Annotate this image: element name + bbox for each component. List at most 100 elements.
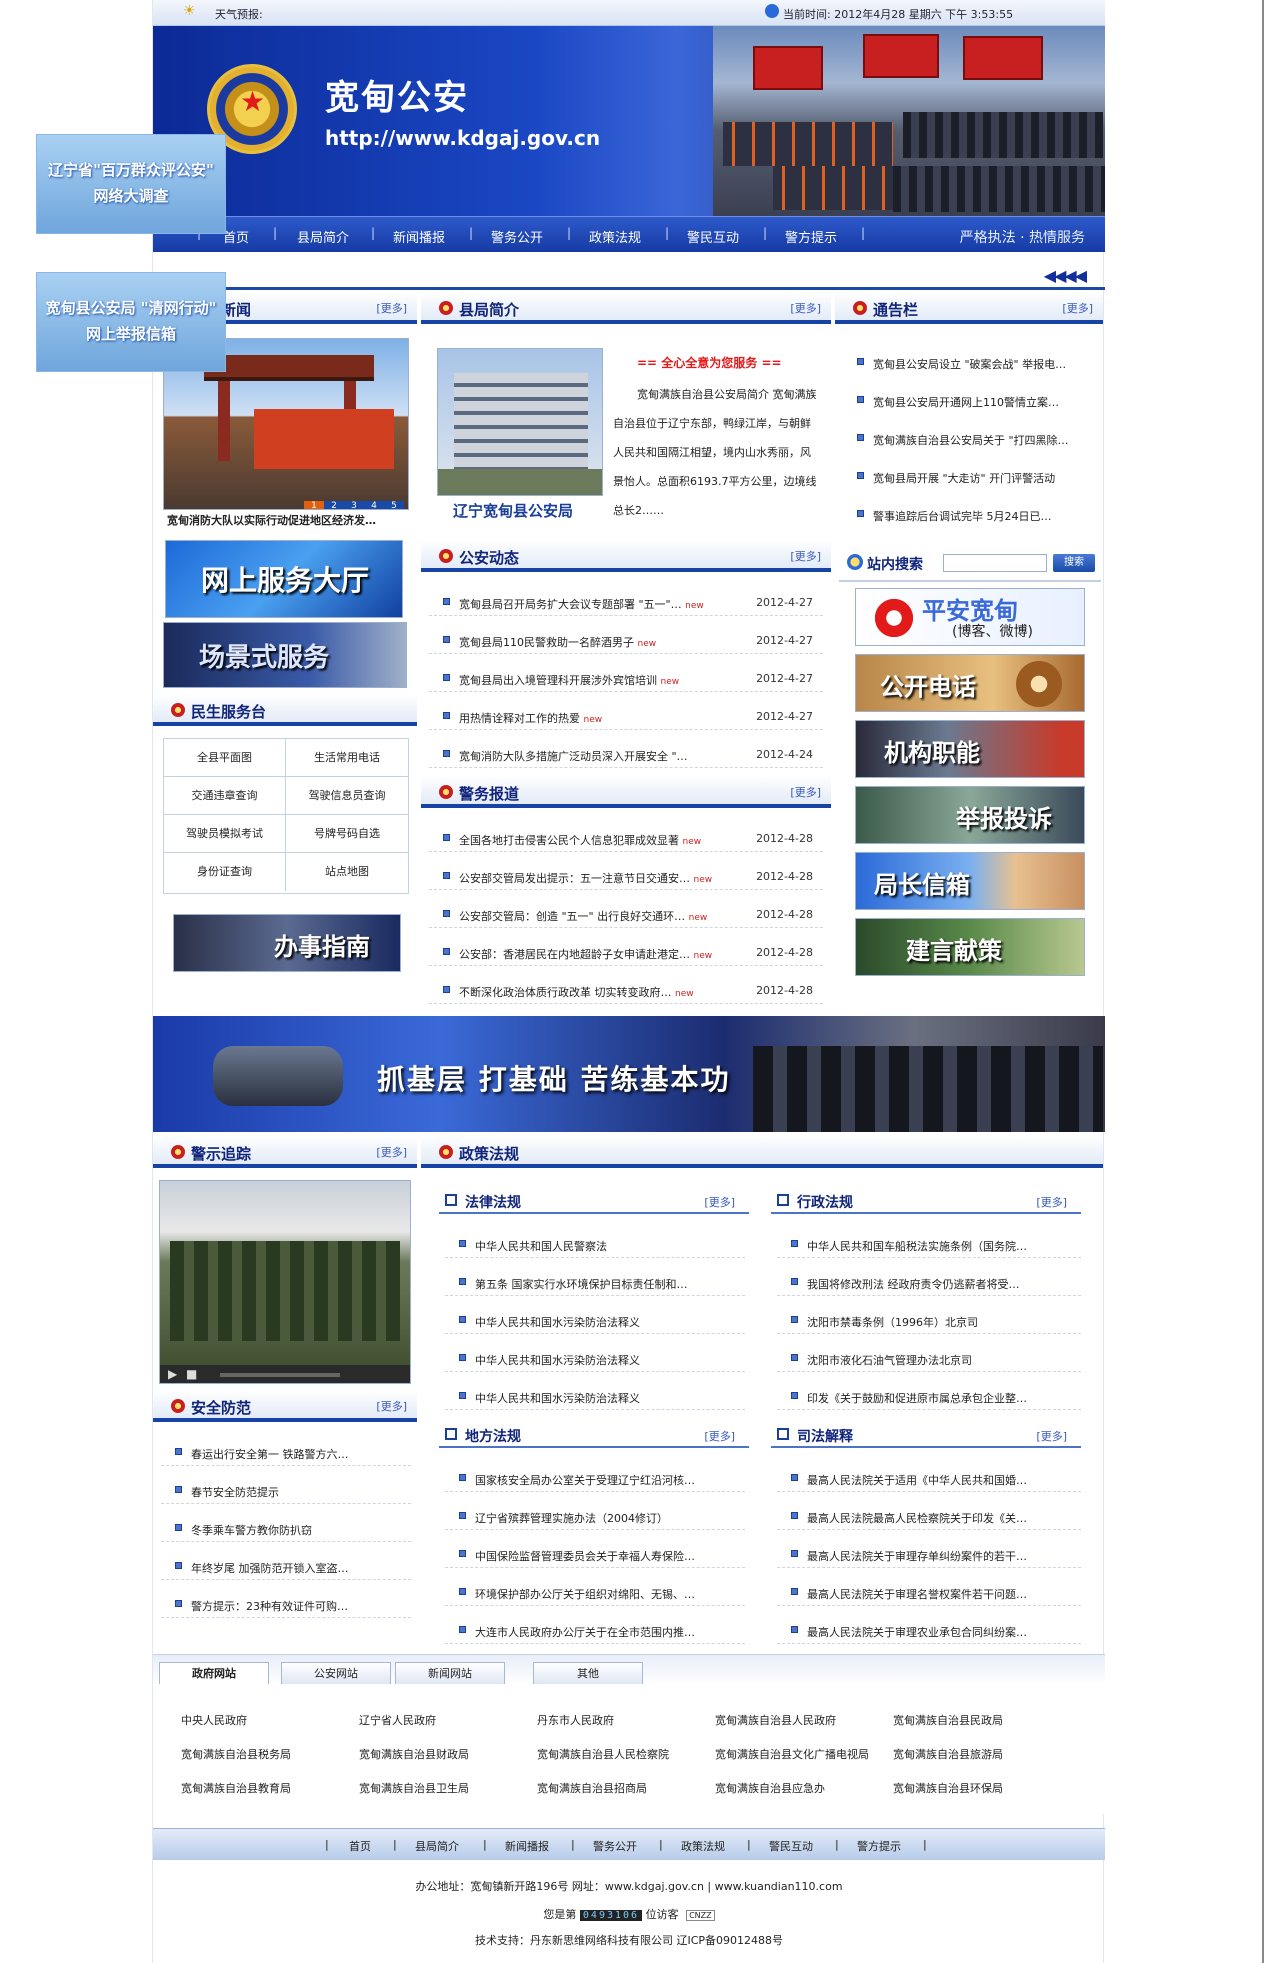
admin-more-link[interactable]: [更多]: [1036, 1194, 1067, 1210]
list-item[interactable]: 大连市人民政府办公厅关于在全市范围内推…: [445, 1618, 745, 1644]
float-ad-report[interactable]: 宽甸县公安局 "清网行动" 网上举报信箱: [36, 272, 226, 372]
float-ad-survey[interactable]: 辽宁省"百万群众评公安" 网络大调查: [36, 134, 226, 234]
gov-link[interactable]: 宽甸满族自治县财政局: [359, 1746, 469, 1762]
video-progress-bar[interactable]: [220, 1373, 340, 1377]
footer-nav-interaction[interactable]: 警民互动: [769, 1838, 813, 1854]
police-news-more-link[interactable]: [更多]: [790, 784, 821, 800]
tab-police[interactable]: 公安网站: [281, 1662, 391, 1684]
list-item[interactable]: 最高人民法院最高人民检察院关于印发《关…: [777, 1504, 1081, 1530]
chief-mailbox-button[interactable]: 局长信箱: [855, 852, 1085, 910]
gov-link[interactable]: 宽甸满族自治县环保局: [893, 1780, 1003, 1796]
search-input[interactable]: [943, 554, 1047, 572]
footer-nav-home[interactable]: 首页: [349, 1838, 371, 1854]
news-page-5[interactable]: 5: [384, 501, 404, 509]
notice-more-link[interactable]: [更多]: [1062, 300, 1093, 316]
tab-other[interactable]: 其他: [533, 1662, 643, 1684]
gov-link[interactable]: 宽甸满族自治县旅游局: [893, 1746, 1003, 1762]
list-item[interactable]: 沈阳市液化石油气管理办法北京司: [777, 1346, 1081, 1372]
dynamics-more-link[interactable]: [更多]: [790, 548, 821, 564]
footer-nav-intro[interactable]: 县局简介: [415, 1838, 459, 1854]
footer-nav-affairs[interactable]: 警务公开: [593, 1838, 637, 1854]
news-page-4[interactable]: 4: [364, 501, 384, 509]
tab-government[interactable]: 政府网站: [159, 1662, 269, 1684]
safety-more-link[interactable]: [更多]: [376, 1398, 407, 1414]
search-button[interactable]: 搜索: [1053, 554, 1095, 572]
online-service-hall-button[interactable]: 网上服务大厅: [165, 540, 403, 618]
gov-link[interactable]: 丹东市人民政府: [537, 1712, 614, 1728]
list-item[interactable]: 年终岁尾 加强防范开锁入室盗…: [161, 1554, 411, 1580]
list-item[interactable]: 公安部交管局：创造 "五一" 出行良好交通环… new 2012-4-28: [429, 902, 823, 928]
list-item[interactable]: 最高人民法院关于审理名誉权案件若干问题…: [777, 1580, 1081, 1606]
gov-link[interactable]: 宽甸满族自治县教育局: [181, 1780, 291, 1796]
service-driver-info[interactable]: 驾驶信息员查询: [286, 777, 408, 815]
list-item[interactable]: 全国各地打击侵害公民个人信息犯罪成效显著 new 2012-4-28: [429, 826, 823, 852]
service-exam[interactable]: 驾驶员模拟考试: [164, 815, 286, 853]
public-phone-button[interactable]: 公开电话: [855, 654, 1085, 712]
local-more-link[interactable]: [更多]: [704, 1428, 735, 1444]
service-id[interactable]: 身份证查询: [164, 853, 286, 891]
service-phone[interactable]: 生活常用电话: [286, 739, 408, 777]
scene-service-button[interactable]: 场景式服务: [163, 622, 407, 688]
news-page-3[interactable]: 3: [344, 501, 364, 509]
stop-icon[interactable]: ■: [186, 1367, 197, 1381]
list-item[interactable]: 印发《关于鼓励和促进原市属总承包企业整…: [777, 1384, 1081, 1410]
list-item[interactable]: 最高人民法院关于审理存单纠纷案件的若干…: [777, 1542, 1081, 1568]
tab-news[interactable]: 新闻网站: [395, 1662, 505, 1684]
list-item[interactable]: 宽甸消防大队多措施广泛动员深入开展安全 "… 2012-4-24: [429, 742, 823, 768]
nav-affairs[interactable]: 警务公开: [491, 227, 543, 246]
nav-policy[interactable]: 政策法规: [589, 227, 641, 246]
news-page-1[interactable]: 1: [304, 501, 324, 509]
nav-tips[interactable]: 警方提示: [785, 227, 837, 246]
footer-nav-policy[interactable]: 政策法规: [681, 1838, 725, 1854]
news-more-link[interactable]: [更多]: [376, 300, 407, 316]
nav-interaction[interactable]: 警民互动: [687, 227, 739, 246]
gov-link[interactable]: 宽甸满族自治县文化广播电视局: [715, 1746, 869, 1762]
list-item[interactable]: 用热情诠释对工作的热爱 new 2012-4-27: [429, 704, 823, 730]
news-page-2[interactable]: 2: [324, 501, 344, 509]
footer-nav-news[interactable]: 新闻播报: [505, 1838, 549, 1854]
suggestion-button[interactable]: 建言献策: [855, 918, 1085, 976]
list-item[interactable]: 中华人民共和国人民警察法: [445, 1232, 745, 1258]
intro-more-link[interactable]: [更多]: [790, 300, 821, 316]
service-violation[interactable]: 交通违章查询: [164, 777, 286, 815]
law-more-link[interactable]: [更多]: [704, 1194, 735, 1210]
nav-home[interactable]: 首页: [223, 227, 249, 246]
footer-nav-tips[interactable]: 警方提示: [857, 1838, 901, 1854]
list-item[interactable]: 警事追踪后台调试完毕 5月24日已…: [843, 502, 1093, 528]
gov-link[interactable]: 宽甸满族自治县人民检察院: [537, 1746, 669, 1762]
list-item[interactable]: 宽甸县局召开局务扩大会议专题部署 "五一"… new 2012-4-27: [429, 590, 823, 616]
gov-link[interactable]: 辽宁省人民政府: [359, 1712, 436, 1728]
service-sitemap[interactable]: 站点地图: [286, 853, 408, 891]
list-item[interactable]: 环境保护部办公厅关于组织对绵阳、无锡、…: [445, 1580, 745, 1606]
list-item[interactable]: 国家核安全局办公室关于受理辽宁红沿河核…: [445, 1466, 745, 1492]
list-item[interactable]: 宽甸县公安局开通网上110警情立案…: [843, 388, 1093, 414]
gov-link[interactable]: 宽甸满族自治县卫生局: [359, 1780, 469, 1796]
service-map[interactable]: 全县平面图: [164, 739, 286, 777]
list-item[interactable]: 公安部交管局发出提示：五一注意节日交通安… new 2012-4-28: [429, 864, 823, 890]
list-item[interactable]: 宽甸满族自治县公安局关于 "打四黑除…: [843, 426, 1093, 452]
list-item[interactable]: 最高人民法院关于审理农业承包合同纠纷案…: [777, 1618, 1081, 1644]
list-item[interactable]: 沈阳市禁毒条例（1996年）北京司: [777, 1308, 1081, 1334]
list-item[interactable]: 宽甸县局110民警救助一名醉酒男子 new 2012-4-27: [429, 628, 823, 654]
list-item[interactable]: 中国保险监督管理委员会关于幸福人寿保险…: [445, 1542, 745, 1568]
list-item[interactable]: 春运出行安全第一 铁路警方六…: [161, 1440, 411, 1466]
list-item[interactable]: 中华人民共和国水污染防治法释义: [445, 1308, 745, 1334]
list-item[interactable]: 中华人民共和国水污染防治法释义: [445, 1346, 745, 1372]
intro-photo[interactable]: [437, 348, 603, 496]
gov-link[interactable]: 中央人民政府: [181, 1712, 247, 1728]
judicial-more-link[interactable]: [更多]: [1036, 1428, 1067, 1444]
nav-intro[interactable]: 县局简介: [297, 227, 349, 246]
list-item[interactable]: 警方提示：23种有效证件可购…: [161, 1592, 411, 1618]
safe-kuandian-button[interactable]: 平安宽甸 (博客、微博): [855, 588, 1085, 646]
news-caption[interactable]: 宽甸消防大队以实际行动促进地区经济发…: [167, 512, 417, 528]
list-item[interactable]: 冬季乘车警方教你防扒窃: [161, 1516, 411, 1542]
cnzz-badge[interactable]: CNZZ: [686, 1910, 715, 1921]
gov-link[interactable]: 宽甸满族自治县招商局: [537, 1780, 647, 1796]
tracking-more-link[interactable]: [更多]: [376, 1144, 407, 1160]
list-item[interactable]: 不断深化政治体质行政改革 切实转变政府… new 2012-4-28: [429, 978, 823, 1004]
gov-link[interactable]: 宽甸满族自治县税务局: [181, 1746, 291, 1762]
list-item[interactable]: 中华人民共和国车船税法实施条例（国务院…: [777, 1232, 1081, 1258]
video-player[interactable]: ▶ ■: [159, 1180, 411, 1384]
guide-button[interactable]: 办事指南: [173, 914, 401, 972]
gov-link[interactable]: 宽甸满族自治县民政局: [893, 1712, 1003, 1728]
